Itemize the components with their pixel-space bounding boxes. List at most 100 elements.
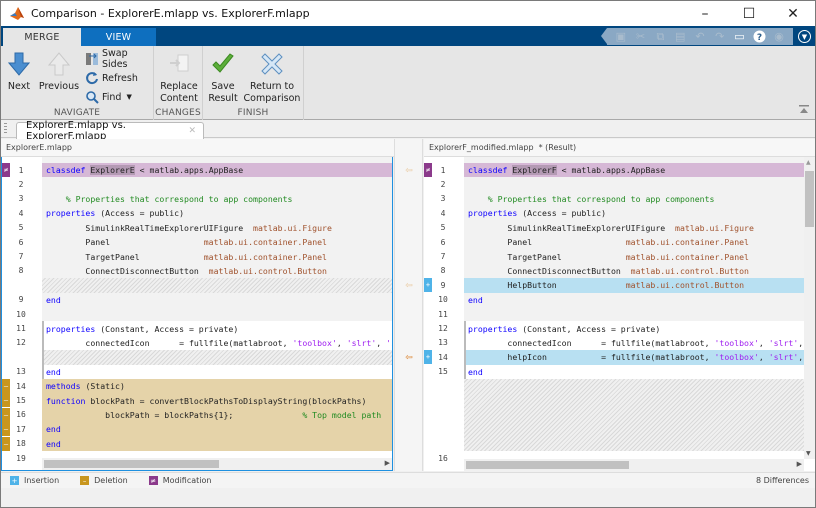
- left-pane-header: ExplorerE.mlapp: [1, 139, 394, 157]
- scroll-thumb[interactable]: [466, 461, 629, 469]
- cut-icon[interactable]: ✂: [634, 30, 648, 43]
- right-vertical-scrollbar[interactable]: ▲ ▼: [804, 157, 815, 459]
- document-tab[interactable]: ExplorerE.mlapp vs. ExplorerF.mlapp ✕: [16, 120, 204, 142]
- previous-button[interactable]: Previous: [39, 52, 79, 93]
- insertion-label: Insertion: [24, 476, 60, 485]
- minimize-button[interactable]: –: [683, 1, 727, 26]
- window-layout-icon[interactable]: ▭: [732, 30, 746, 43]
- merge-arrow-icon[interactable]: ⇦: [403, 281, 415, 291]
- return-label-2: Comparison: [243, 93, 301, 104]
- legend-deletion: – Deletion: [80, 476, 128, 485]
- tab-view[interactable]: VIEW: [81, 28, 156, 46]
- insertion-marker[interactable]: +: [424, 278, 432, 293]
- code-line: end: [46, 294, 61, 305]
- line-number: 11: [16, 324, 26, 334]
- replace-content-button[interactable]: Replace Content: [158, 52, 200, 105]
- right-horizontal-scrollbar[interactable]: ◀ ▶: [464, 459, 804, 471]
- title-bar: Comparison - ExplorerE.mlapp vs. Explore…: [1, 1, 815, 26]
- options-icon[interactable]: ◉: [772, 30, 786, 43]
- help-icon[interactable]: ?: [752, 30, 766, 43]
- line-number: 12: [16, 338, 26, 348]
- search-icon: [85, 90, 99, 104]
- copy-icon[interactable]: ⧉: [653, 30, 667, 43]
- svg-text:?: ?: [757, 33, 762, 43]
- code-line: properties (Constant, Access = private): [42, 321, 392, 336]
- scroll-right-icon[interactable]: ▶: [385, 459, 390, 467]
- previous-label: Previous: [38, 81, 80, 92]
- return-to-comparison-button[interactable]: Return to Comparison: [243, 52, 301, 105]
- close-tab-icon[interactable]: ✕: [188, 126, 196, 136]
- window-title: Comparison - ExplorerE.mlapp vs. Explore…: [31, 7, 310, 20]
- ribbon-options-button[interactable]: ▼: [798, 30, 811, 43]
- drag-grip-icon[interactable]: [4, 123, 7, 135]
- deletion-marker[interactable]: –: [2, 379, 10, 393]
- scroll-thumb[interactable]: [805, 171, 814, 227]
- insertion-swatch-icon: +: [10, 476, 19, 485]
- deletion-marker[interactable]: –: [2, 422, 10, 437]
- deletion-marker[interactable]: –: [2, 436, 10, 451]
- swap-sides-button[interactable]: Swap Sides: [85, 48, 153, 70]
- deletion-marker[interactable]: –: [2, 407, 10, 422]
- arrow-up-icon: [48, 52, 70, 76]
- code-line: connectedIcon = fullfile(matlabroot, 'to…: [464, 335, 804, 351]
- line-number: ≠ 1: [424, 163, 464, 177]
- insertion-marker[interactable]: +: [424, 350, 432, 365]
- maximize-icon: ☐: [742, 5, 756, 22]
- modification-marker[interactable]: ≠: [424, 163, 432, 177]
- merge-arrow-icon[interactable]: ⇦: [403, 353, 415, 363]
- scroll-thumb[interactable]: [44, 460, 219, 468]
- scroll-up-icon[interactable]: ▲: [806, 159, 811, 166]
- code-line: SimulinkRealTimeExplorerUIFigure matlab.…: [468, 222, 754, 233]
- collapse-ribbon-icon[interactable]: [799, 105, 809, 113]
- right-pane-header: ExplorerF_modified.mlapp * (Result): [424, 139, 815, 157]
- scroll-down-icon[interactable]: ▼: [806, 450, 811, 457]
- code-line: ConnectDisconnectButton matlab.ui.contro…: [46, 265, 327, 276]
- deletion-marker[interactable]: –: [2, 393, 10, 408]
- diff-legend: + Insertion – Deletion ≠ Modification 8 …: [1, 472, 815, 488]
- undo-icon[interactable]: ↶: [693, 30, 707, 43]
- code-line: connectedIcon = fullfile(matlabroot, 'to…: [42, 335, 392, 351]
- code-line: Panel matlab.ui.container.Panel: [46, 237, 327, 248]
- next-button[interactable]: Next: [7, 52, 31, 93]
- right-code-pane[interactable]: ≠ 1 2 3 4 5 6 7 8 +9 10 11 12 13 +14 15 1…: [424, 157, 815, 471]
- code-line: methods (Static): [42, 379, 392, 394]
- tab-merge[interactable]: MERGE: [3, 28, 81, 46]
- left-horizontal-scrollbar[interactable]: ◀ ▶: [42, 458, 392, 470]
- code-line: [464, 451, 804, 459]
- modification-label: Modification: [162, 476, 212, 485]
- finish-group-label: FINISH: [237, 108, 269, 118]
- line-number: 4: [440, 208, 446, 218]
- line-number: 3: [18, 194, 24, 204]
- maximize-button[interactable]: ☐: [727, 1, 771, 26]
- document-tab-bar: ExplorerE.mlapp vs. ExplorerF.mlapp ✕: [1, 120, 815, 142]
- code-line: Panel matlab.ui.container.Panel: [468, 237, 749, 248]
- code-line: classdef ExplorerF < matlab.apps.AppBase: [464, 163, 804, 178]
- close-window-button[interactable]: ✕: [771, 1, 815, 26]
- code-line: properties (Constant, Access = private): [464, 321, 804, 336]
- minimize-icon: –: [701, 5, 709, 22]
- find-button[interactable]: Find ▼: [85, 89, 132, 105]
- right-code-area[interactable]: classdef ExplorerF < matlab.apps.AppBase…: [464, 157, 804, 459]
- line-number: 4: [18, 208, 24, 218]
- left-code-area[interactable]: classdef ExplorerE < matlab.apps.AppBase…: [42, 157, 392, 458]
- line-number: 6: [18, 237, 24, 247]
- left-code-pane[interactable]: ≠ 1 2 3 4 5 6 7 8 9 10 11 12 13 –14 –15 –…: [1, 157, 393, 471]
- paste-icon[interactable]: ▤: [673, 30, 687, 43]
- save-result-button[interactable]: Save Result: [207, 52, 239, 105]
- code-line: % Properties that correspond to app comp…: [46, 193, 293, 204]
- next-label: Next: [7, 81, 31, 92]
- find-label: Find: [102, 91, 122, 103]
- code-line: end: [42, 364, 392, 379]
- line-number: 6: [440, 237, 446, 247]
- modification-marker[interactable]: ≠: [2, 163, 10, 177]
- merge-arrow-icon[interactable]: ⇦: [403, 166, 415, 176]
- changes-group-label: CHANGES: [155, 108, 201, 118]
- refresh-button[interactable]: Refresh: [85, 70, 138, 86]
- code-line: TargetPanel matlab.ui.container.Panel: [46, 251, 327, 262]
- scroll-right-icon[interactable]: ▶: [797, 460, 802, 468]
- redo-icon[interactable]: ↷: [713, 30, 727, 43]
- code-line: TargetPanel matlab.ui.container.Panel: [468, 251, 749, 262]
- save-icon[interactable]: ▣: [614, 30, 628, 43]
- close-icon: ✕: [787, 5, 799, 22]
